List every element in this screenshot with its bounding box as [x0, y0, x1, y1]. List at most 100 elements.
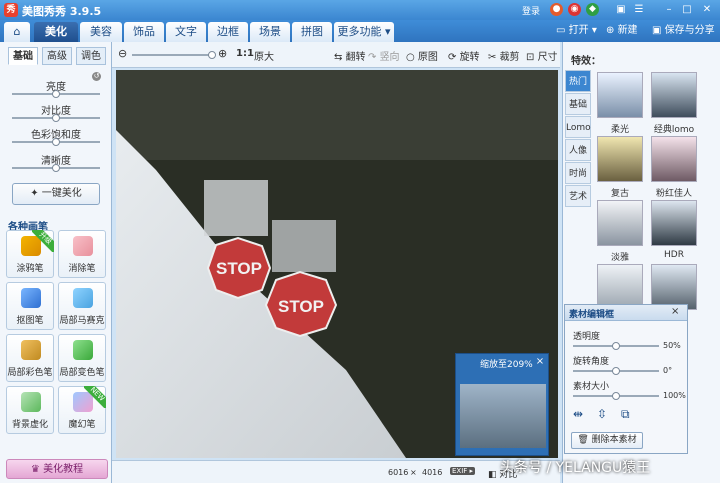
flip-horizontal-button[interactable]: ⇆ 翻转 — [334, 48, 366, 63]
exif-button[interactable]: EXIF ▸ — [450, 467, 476, 475]
maximize-icon[interactable]: □ — [680, 3, 694, 16]
slider-knob[interactable] — [52, 114, 60, 122]
flip-vertical-icon[interactable]: ⇳ — [597, 407, 607, 421]
zoom-slider-knob[interactable] — [208, 51, 216, 59]
flip-vertical-button[interactable]: ↷ 竖向 — [368, 48, 400, 63]
tab-beauty[interactable]: 美容 — [80, 22, 122, 42]
material-close-icon[interactable]: × — [671, 306, 679, 317]
rotate-label: 旋转 — [459, 52, 480, 63]
flip-horizontal-icon[interactable]: ⇹ — [573, 407, 583, 421]
effect-label: 经典lomo — [653, 125, 695, 135]
mosaic-pen-button[interactable]: 局部马赛克 — [58, 282, 106, 330]
slider-knob[interactable] — [612, 367, 620, 375]
zoom-1to1[interactable]: 1:1 — [236, 48, 254, 59]
category-art[interactable]: 艺术 — [565, 185, 591, 207]
tab-text[interactable]: 文字 — [166, 22, 206, 42]
copy-icon[interactable]: ⧉ — [621, 407, 630, 422]
slider-knob[interactable] — [52, 90, 60, 98]
crop-button[interactable]: ✂ 裁剪 — [488, 48, 520, 63]
category-portrait[interactable]: 人像 — [565, 139, 591, 161]
user-icon[interactable]: ● — [550, 3, 563, 16]
open-button[interactable]: ▭ 打开 ▾ — [556, 23, 597, 39]
slider-knob[interactable] — [52, 138, 60, 146]
title-bar: 秀 美图秀秀 3.9.5 登录 ● ◉ ◆ ▣ ☰ – □ ✕ — [0, 0, 720, 20]
eraser-icon — [73, 236, 93, 256]
resize-button[interactable]: ⊡ 尺寸 — [526, 48, 558, 63]
local-recolor-pen-button[interactable]: 局部变色笔 — [58, 334, 106, 382]
one-click-beautify-button[interactable]: ✦ 一键美化 — [12, 183, 100, 205]
zoom-in-icon[interactable]: ⊕ — [218, 47, 227, 60]
settings-icon[interactable]: ☰ — [632, 3, 646, 16]
slider-knob[interactable] — [52, 164, 60, 172]
original-image-button[interactable]: ○ 原图 — [406, 48, 438, 63]
plus-icon: ⊕ — [606, 25, 618, 36]
folder-icon: ▭ — [556, 25, 569, 36]
resize-icon: ⊡ — [526, 52, 538, 63]
close-icon[interactable]: ✕ — [700, 3, 714, 16]
zoom-out-icon[interactable]: ⊖ — [118, 47, 127, 60]
zoom-preview[interactable] — [460, 384, 546, 448]
zoom-popup-close-icon[interactable]: × — [534, 356, 546, 368]
tab-accessories[interactable]: 饰品 — [124, 22, 164, 42]
effect-elegant[interactable] — [597, 200, 643, 246]
contrast-slider[interactable] — [12, 114, 100, 122]
effect-pink-lady[interactable] — [651, 136, 697, 182]
subtab-color[interactable]: 调色 — [76, 47, 106, 65]
beautify-tutorial-button[interactable]: ♛ 美化教程 — [6, 459, 108, 479]
category-fashion[interactable]: 时尚 — [565, 162, 591, 184]
sharpness-slider[interactable] — [12, 164, 100, 172]
saturation-slider[interactable] — [12, 138, 100, 146]
compare-icon: ◧ — [488, 470, 500, 480]
home-tab[interactable]: ⌂ — [4, 22, 30, 42]
image-width: 6016 — [388, 468, 409, 477]
save-icon: ▣ — [652, 25, 665, 36]
slider-knob[interactable] — [612, 392, 620, 400]
crop-label: 裁剪 — [499, 52, 520, 63]
slider-knob[interactable] — [612, 342, 620, 350]
tool-label: 魔幻笔 — [68, 420, 96, 430]
qq-icon[interactable]: ◆ — [586, 3, 599, 16]
effect-classic-lomo[interactable] — [651, 72, 697, 118]
magic-pen-button[interactable]: 魔幻笔 NEW — [58, 386, 106, 434]
opacity-value: 50% — [663, 341, 681, 350]
size-slider[interactable] — [573, 392, 659, 400]
original-size-button[interactable]: 原大 — [254, 48, 274, 63]
opacity-slider[interactable] — [573, 342, 659, 350]
skin-icon[interactable]: ▣ — [614, 3, 628, 16]
subtab-basic[interactable]: 基础 — [8, 47, 38, 65]
local-color-pen-button[interactable]: 局部彩色笔 — [6, 334, 54, 382]
login-link[interactable]: 登录 — [522, 4, 540, 17]
tab-scene[interactable]: 场景 — [250, 22, 290, 42]
tab-beautify[interactable]: 美化 — [34, 22, 78, 42]
rotate-button[interactable]: ⟳ 旋转 — [448, 48, 480, 63]
category-lomo[interactable]: Lomo — [565, 116, 591, 138]
weibo-icon[interactable]: ◉ — [568, 3, 581, 16]
effect-retro[interactable] — [597, 136, 643, 182]
tool-label: 涂鸦笔 — [16, 264, 44, 274]
background-blur-button[interactable]: 背景虚化 — [6, 386, 54, 434]
category-basic[interactable]: 基础 — [565, 93, 591, 115]
minimize-icon[interactable]: – — [662, 3, 676, 16]
new-label: 新建 — [617, 25, 638, 36]
save-share-button[interactable]: ▣ 保存与分享 — [652, 23, 715, 39]
stop-sign-text: STOP — [278, 297, 324, 316]
subtab-advanced[interactable]: 高级 — [42, 47, 72, 65]
tab-more[interactable]: 更多功能 ▾ — [334, 22, 394, 42]
tab-frame[interactable]: 边框 — [208, 22, 248, 42]
eraser-pen-button[interactable]: 消除笔 — [58, 230, 106, 278]
cutout-pen-button[interactable]: 抠图笔 — [6, 282, 54, 330]
save-label: 保存与分享 — [664, 25, 715, 36]
rotation-slider[interactable] — [573, 367, 659, 375]
effect-hdr[interactable] — [651, 200, 697, 246]
delete-material-button[interactable]: 🗑 删除本素材 — [571, 432, 643, 449]
doodle-pen-button[interactable]: 涂鸦笔 升级 — [6, 230, 54, 278]
vertical-label: 竖向 — [379, 52, 400, 63]
effect-soft-light[interactable] — [597, 72, 643, 118]
category-hot[interactable]: 热门 — [565, 70, 591, 92]
brightness-slider[interactable] — [12, 90, 100, 98]
tab-collage[interactable]: 拼图 — [292, 22, 332, 42]
image-height: 4016 — [422, 468, 443, 477]
new-button[interactable]: ⊕ 新建 — [606, 23, 638, 39]
zoom-slider[interactable] — [132, 51, 216, 59]
image-toolbar: ⊖ ⊕ 1:1 原大 ⇆ 翻转 ↷ 竖向 ○ 原图 ⟳ 旋转 ✂ 裁剪 ⊡ 尺寸 — [112, 42, 560, 68]
